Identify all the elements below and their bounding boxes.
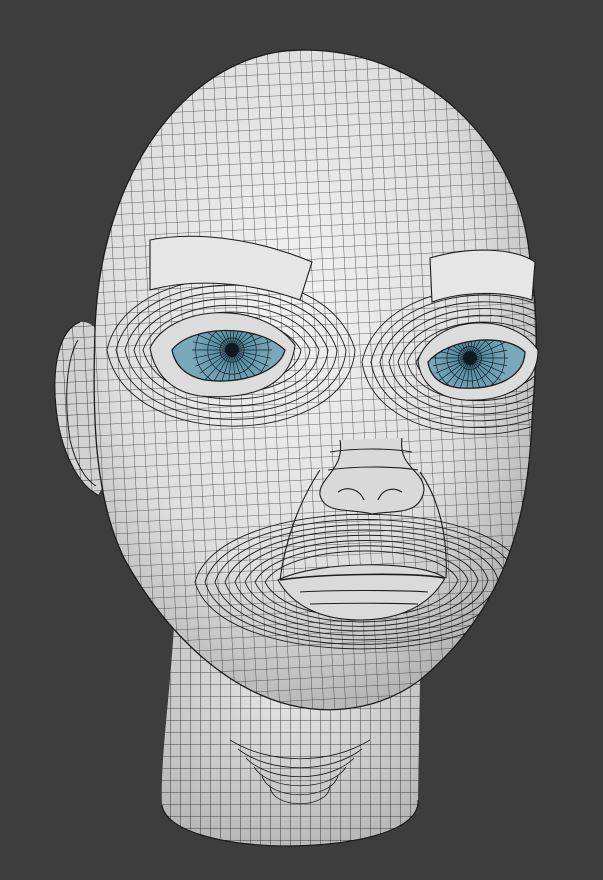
head-wireframe-render xyxy=(54,49,539,847)
3d-viewport[interactable] xyxy=(0,0,603,880)
